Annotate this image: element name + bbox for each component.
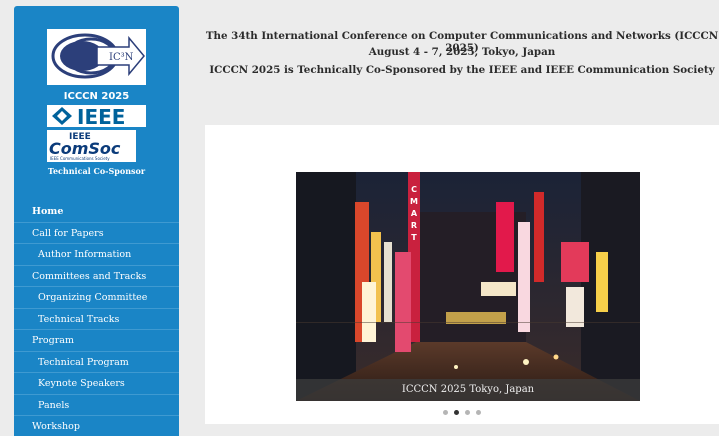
technical-cosponsor-label: Technical Co-Sponsor [47, 166, 146, 176]
slideshow-image[interactable]: C M A R T ICCCN 2025 Tokyo, Japan [296, 172, 640, 401]
conference-dates-location: August 4 - 7, 2025, Tokyo, Japan [368, 46, 556, 58]
svg-text:A: A [411, 209, 418, 218]
nav-item-keynote-speakers[interactable]: Keynote Speakers [14, 373, 179, 395]
slideshow-pagination [205, 410, 719, 415]
conference-name: ICCCN 2025 [63, 91, 130, 102]
nav-item-committees-and-tracks[interactable]: Committees and Tracks [14, 266, 179, 287]
nav-item-author-information[interactable]: Author Information [14, 244, 179, 266]
slideshow-dot[interactable] [476, 410, 481, 415]
ieee-logo[interactable]: IEEE [47, 105, 146, 129]
svg-text:C: C [411, 185, 417, 194]
svg-text:IC³N: IC³N [109, 52, 134, 63]
nav-item-technical-tracks[interactable]: Technical Tracks [14, 309, 179, 330]
nav-item-organizing-committee[interactable]: Organizing Committee [14, 287, 179, 309]
nav-item-home[interactable]: Home [14, 201, 179, 223]
nav-item-panels[interactable]: Panels [14, 395, 179, 416]
conference-header: The 34th International Conference on Com… [205, 0, 719, 118]
slideshow-dot[interactable] [443, 410, 448, 415]
icccn-logo[interactable]: IC³N [47, 29, 146, 85]
svg-text:IEEE Communications Society: IEEE Communications Society [50, 156, 110, 161]
svg-text:T: T [411, 233, 417, 242]
main-content: C M A R T ICCCN 2025 Tokyo, Japan [205, 125, 719, 424]
svg-text:M: M [410, 197, 418, 206]
slideshow-caption: ICCCN 2025 Tokyo, Japan [296, 379, 640, 401]
nav-item-call-for-papers[interactable]: Call for Papers [14, 223, 179, 244]
svg-text:IEEE: IEEE [77, 105, 125, 127]
sidebar: IC³N ICCCN 2025 IEEE IEEE ComSoc IEEE Co… [14, 6, 179, 436]
cosponsor-statement: ICCCN 2025 is Technically Co-Sponsored b… [209, 64, 715, 76]
slideshow-dot[interactable] [454, 410, 459, 415]
nav-item-workshop[interactable]: Workshop [14, 416, 179, 436]
slideshow-dot[interactable] [465, 410, 470, 415]
svg-text:R: R [411, 221, 417, 230]
nav-item-program[interactable]: Program [14, 330, 179, 352]
nav-item-technical-program[interactable]: Technical Program [14, 352, 179, 373]
comsoc-logo[interactable]: IEEE ComSoc IEEE Communications Society [47, 130, 136, 162]
sidebar-nav: Home Call for Papers Author Information Com… [14, 201, 179, 436]
